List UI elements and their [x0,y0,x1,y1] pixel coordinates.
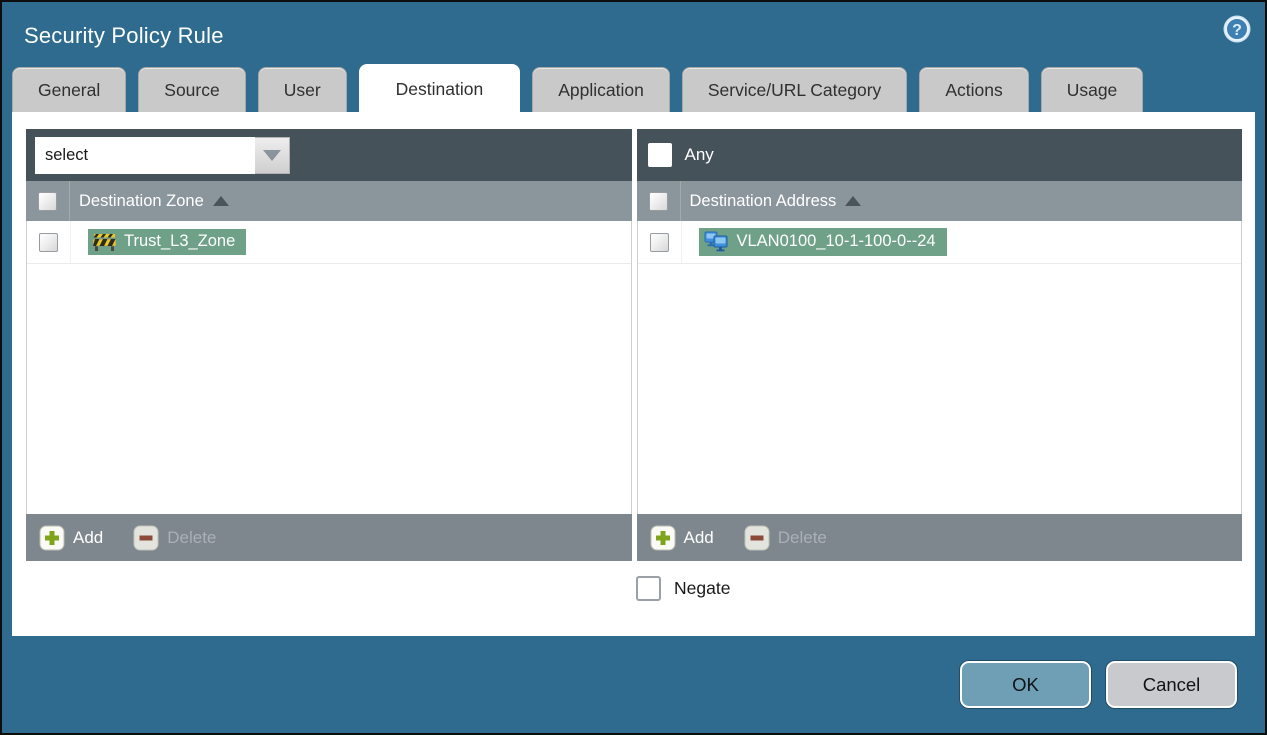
add-icon [650,525,675,550]
delete-icon [744,525,770,550]
dialog-footer: OK Cancel [2,636,1265,733]
zone-item[interactable]: Trust_L3_Zone [88,229,247,255]
zone-icon [93,233,116,251]
address-item-label: VLAN0100_10-1-100-0--24 [736,232,936,250]
negate-row: Negate [26,576,1242,601]
negate-label: Negate [674,578,731,598]
negate-spacer [26,576,632,601]
any-label: Any [684,145,714,164]
zone-table-header: Destination Zone [26,181,632,221]
tab-bar: General Source User Destination Applicat… [2,64,1265,112]
zone-row-checkbox[interactable] [39,232,58,252]
zone-panel-footer: Add Delete [26,514,632,561]
help-icon[interactable]: ? [1222,14,1252,44]
delete-zone-label: Delete [167,527,217,547]
address-column-header[interactable]: Destination Address [681,181,862,221]
table-row[interactable]: Trust_L3_Zone [27,221,631,264]
address-icon [704,231,727,252]
zone-column-label: Destination Zone [79,191,204,210]
delete-address-label: Delete [777,527,827,547]
cancel-button[interactable]: Cancel [1106,661,1237,708]
address-panel-footer: Add Delete [636,514,1242,561]
add-icon [39,525,65,550]
address-item[interactable]: VLAN0100_10-1-100-0--24 [698,228,947,256]
negate-checkbox-field[interactable]: Negate [632,576,1242,601]
delete-icon [133,525,159,550]
tab-source[interactable]: Source [138,67,246,112]
tab-destination[interactable]: Destination [358,64,521,112]
zone-item-label: Trust_L3_Zone [124,232,236,250]
tab-user[interactable]: User [257,67,347,112]
zone-filter-combobox [35,136,290,174]
zone-table-body: Trust_L3_Zone [26,221,632,514]
zone-filter-input[interactable] [35,136,255,174]
sort-asc-icon [845,196,862,206]
any-checkbox-field[interactable]: Any [647,143,714,167]
zone-column-header[interactable]: Destination Zone [70,181,229,221]
address-select-all-checkbox[interactable] [648,191,668,211]
dialog-title: Security Policy Rule [24,23,224,48]
add-address-label: Add [683,527,714,547]
svg-text:?: ? [1232,22,1242,39]
chevron-down-icon [263,149,281,161]
address-row-checkbox[interactable] [649,232,669,252]
add-zone-label: Add [73,527,104,547]
delete-zone-button[interactable]: Delete [133,525,216,551]
add-zone-button[interactable]: Add [39,525,103,551]
destination-address-panel: Any Destination Address VLAN0100_10-1-10… [636,129,1242,561]
zone-select-all-checkbox[interactable] [38,191,57,211]
dialog-titlebar: Security Policy Rule [2,2,1265,64]
tab-general[interactable]: General [12,67,127,112]
zone-panel-toolbar [26,129,632,181]
tab-usage[interactable]: Usage [1040,67,1144,112]
add-address-button[interactable]: Add [650,525,714,551]
destination-tab-content: Destination Zone [12,112,1255,636]
tab-application[interactable]: Application [532,67,670,112]
tab-actions[interactable]: Actions [919,67,1029,112]
ok-button[interactable]: OK [960,661,1091,708]
sort-asc-icon [212,196,229,206]
address-column-label: Destination Address [689,191,837,210]
address-panel-toolbar: Any [636,129,1242,181]
table-row[interactable]: VLAN0100_10-1-100-0--24 [637,221,1241,264]
destination-zone-panel: Destination Zone [26,129,632,561]
address-table-body: VLAN0100_10-1-100-0--24 [636,221,1242,514]
tab-service-url-category[interactable]: Service/URL Category [681,67,908,112]
any-checkbox[interactable] [647,143,672,167]
address-table-header: Destination Address [636,181,1242,221]
negate-checkbox[interactable] [636,576,661,601]
security-policy-rule-dialog: Security Policy Rule ? General Source Us… [0,0,1267,735]
zone-filter-dropdown-button[interactable] [255,136,290,174]
delete-address-button[interactable]: Delete [744,525,827,551]
